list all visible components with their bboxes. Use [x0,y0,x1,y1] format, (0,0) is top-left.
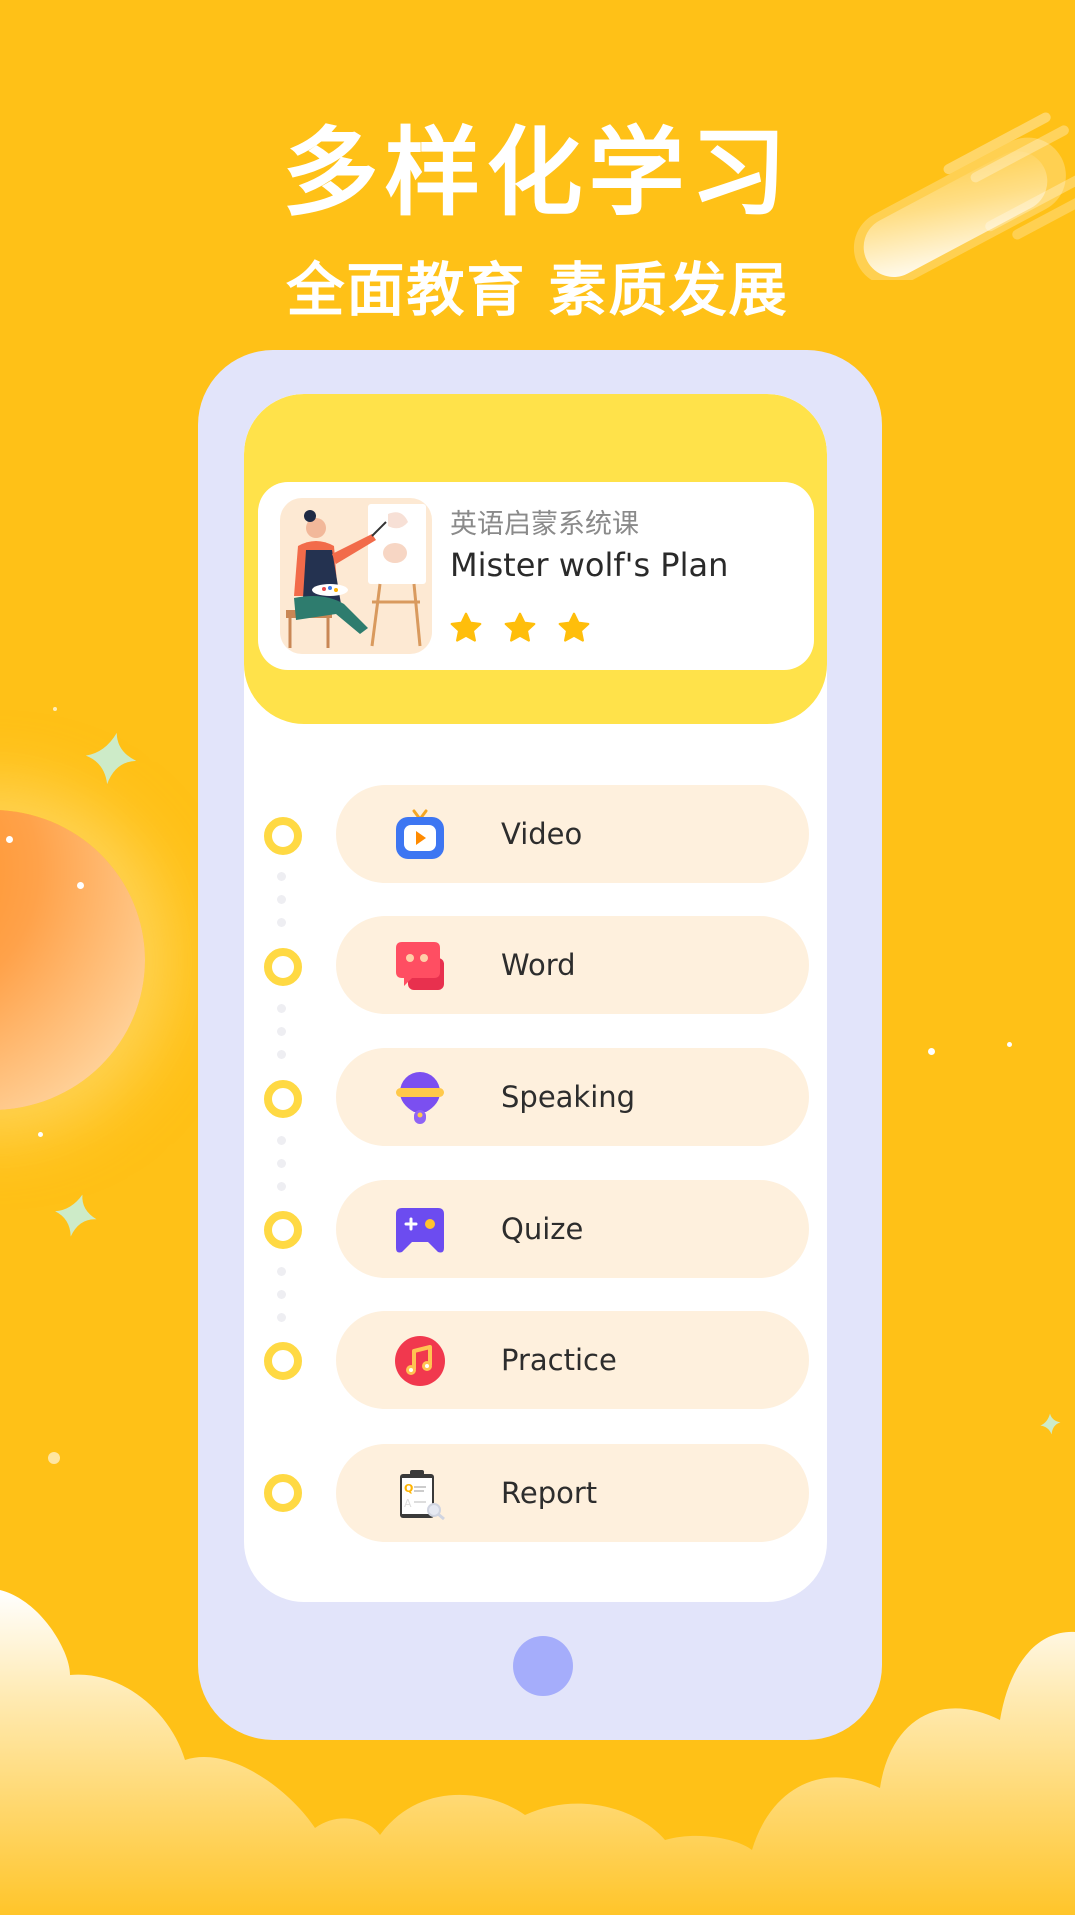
menu-item-label: Quize [501,1212,584,1246]
sparkle-dot [6,836,13,843]
course-thumbnail [280,498,432,654]
course-card[interactable]: 英语启蒙系统课 Mister wolf's Plan [258,482,814,670]
menu-item-report[interactable]: Q A Report [336,1444,809,1542]
menu-item-label: Practice [501,1343,617,1377]
star-decoration [1040,1413,1061,1435]
timeline-node [264,1342,302,1380]
chat-bubbles-icon [396,942,444,990]
timeline-dot [277,1004,286,1013]
menu-item-label: Word [501,948,576,982]
menu-item-label: Video [501,817,583,851]
svg-text:A: A [404,1497,412,1510]
timeline-dot [277,1182,286,1191]
timeline-dot [277,1136,286,1145]
timeline-node [264,1211,302,1249]
star-decoration [55,1194,97,1237]
timeline-node [264,1474,302,1512]
timeline-dot [277,918,286,927]
sparkle-dot [53,707,57,711]
home-button[interactable] [513,1636,573,1696]
timeline-dot [277,1027,286,1036]
menu-item-speaking[interactable]: Speaking [336,1048,809,1146]
menu-item-video[interactable]: Video [336,785,809,883]
timeline-dot [277,1267,286,1276]
timeline-dot [277,1050,286,1059]
timeline-dot [277,872,286,881]
timeline-dot [277,1290,286,1299]
music-note-icon [395,1336,445,1386]
page-subtitle: 全面教育 素质发展 [286,256,789,324]
star-decoration [85,732,137,785]
course-title: Mister wolf's Plan [450,546,729,584]
star-icon [558,612,590,642]
star-icon [450,612,482,642]
sparkle-dot [38,1132,43,1137]
menu-item-practice[interactable]: Practice [336,1311,809,1409]
timeline-node [264,1080,302,1118]
sparkle-dot [1007,1042,1012,1047]
course-rating [448,610,592,646]
star-icon [504,612,536,642]
gamepad-icon [396,1208,444,1253]
sparkle-dot [48,1452,60,1464]
menu-item-label: Speaking [501,1080,636,1114]
phone-screen: 英语启蒙系统课 Mister wolf's Plan Video Word Sp… [244,394,827,1602]
clipboard-qa-icon: Q A [400,1470,445,1520]
sparkle-dot [77,882,84,889]
sparkle-dot [928,1048,935,1055]
menu-item-word[interactable]: Word [336,916,809,1014]
timeline-dot [277,895,286,904]
microphone-icon [396,1072,444,1124]
menu-item-label: Report [501,1476,598,1510]
painter-illustration [286,504,426,648]
menu-item-quize[interactable]: Quize [336,1180,809,1278]
timeline-dot [277,1313,286,1322]
planet-decoration [0,810,145,1110]
page-title: 多样化学习 [282,117,793,229]
timeline-node [264,948,302,986]
course-category: 英语启蒙系统课 [450,509,639,540]
tv-play-icon [396,809,444,859]
timeline-dot [277,1159,286,1168]
timeline-node [264,817,302,855]
svg-text:Q: Q [404,1482,413,1495]
